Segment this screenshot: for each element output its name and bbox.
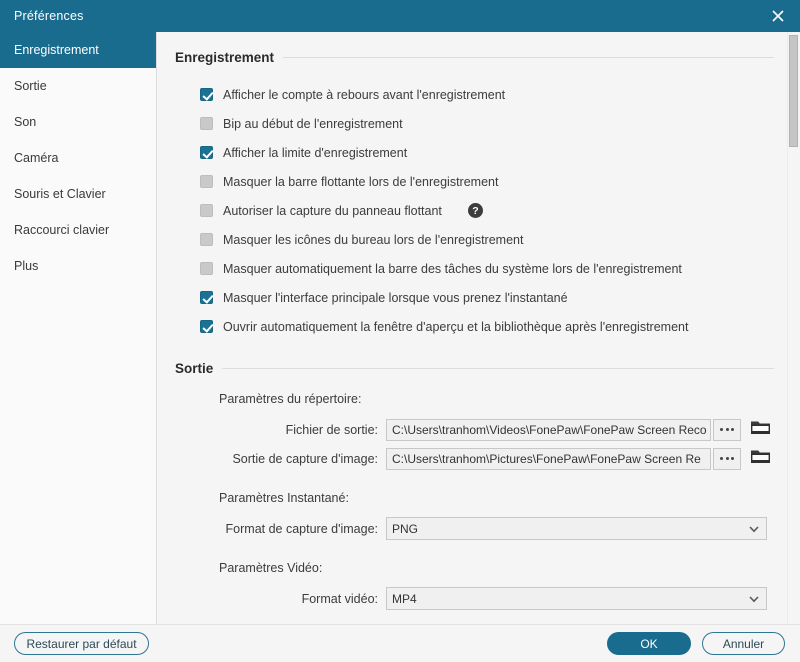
chevron-down-icon [747,592,761,606]
checkbox-4[interactable] [200,204,213,217]
restore-defaults-button[interactable]: Restaurer par défaut [14,632,149,655]
image-format-label: Format de capture d'image: [225,521,378,536]
sidebar-item-0[interactable]: Enregistrement [0,32,156,68]
checkbox-2[interactable] [200,146,213,159]
sidebar-item-2[interactable]: Son [0,104,156,140]
recording-options-list: Afficher le compte à rebours avant l'enr… [175,80,774,341]
recording-option-row: Afficher la limite d'enregistrement [200,138,774,167]
output-file-label: Fichier de sortie: [285,422,378,437]
output-file-browse-button[interactable] [713,418,741,441]
checkbox-label: Masquer l'interface principale lorsque v… [223,290,568,305]
section-header-enregistrement: Enregistrement [175,50,774,65]
image-output-open-folder-button[interactable] [750,447,771,470]
checkbox-7[interactable] [200,291,213,304]
video-format-select[interactable]: MP4 [386,587,767,610]
video-format-label: Format vidéo: [301,591,378,606]
checkbox-0[interactable] [200,88,213,101]
image-format-value: PNG [392,521,419,536]
checkbox-label: Afficher la limite d'enregistrement [223,145,408,160]
sidebar-item-label: Raccourci clavier [14,223,110,237]
close-icon [770,8,786,24]
checkbox-label: Masquer automatiquement la barre des tâc… [223,261,682,276]
recording-option-row: Afficher le compte à rebours avant l'enr… [200,80,774,109]
checkbox-1[interactable] [200,117,213,130]
recording-option-row: Ouvrir automatiquement la fenêtre d'aper… [200,312,774,341]
recording-option-row: Autoriser la capture du panneau flottant… [200,196,774,225]
help-icon[interactable]: ? [467,203,483,218]
output-file-open-folder-button[interactable] [750,418,771,441]
section-header-sortie: Sortie [175,361,774,376]
recording-option-row: Masquer la barre flottante lors de l'enr… [200,167,774,196]
checkbox-8[interactable] [200,320,213,333]
sidebar-item-label: Caméra [14,151,59,165]
sidebar-item-label: Sortie [14,79,47,93]
image-format-select[interactable]: PNG [386,517,767,540]
directory-settings-label: Paramètres du répertoire: [219,392,362,406]
dot-icon [731,457,734,460]
video-format-value: MP4 [392,591,417,606]
sidebar: Enregistrement Sortie Son Caméra Souris et C… [0,32,157,624]
output-file-input[interactable]: C:\Users\tranhom\Videos\FonePaw\FonePaw … [386,418,711,441]
checkbox-label: Afficher le compte à rebours avant l'enr… [223,87,506,102]
checkbox-5[interactable] [200,233,213,246]
section-divider [222,368,774,369]
ok-button[interactable]: OK [607,632,691,655]
title-bar: Préférences [0,0,800,32]
checkbox-label: Bip au début de l'enregistrement [223,116,403,131]
sidebar-item-1[interactable]: Sortie [0,68,156,104]
sidebar-item-label: Son [14,115,37,129]
window-title: Préférences [14,9,84,23]
dialog-footer: Restaurer par défaut OK Annuler [0,624,800,662]
section-title-enregistrement: Enregistrement [175,50,275,65]
content-scrollbar-thumb[interactable] [789,35,798,147]
sidebar-item-6[interactable]: Plus [0,248,156,284]
folder-icon [750,447,771,470]
sidebar-item-label: Enregistrement [14,43,99,57]
settings-content: Enregistrement Afficher le compte à rebo… [158,32,800,624]
close-button[interactable] [756,0,800,32]
image-output-label: Sortie de capture d'image: [232,451,378,466]
recording-option-row: Bip au début de l'enregistrement [200,109,774,138]
video-settings-label: Paramètres Vidéo: [219,561,323,575]
sidebar-item-4[interactable]: Souris et Clavier [0,176,156,212]
video-format-row: Format vidéo: MP4 [175,587,774,610]
dot-icon [731,428,734,431]
checkbox-label: Masquer la barre flottante lors de l'enr… [223,174,499,189]
snapshot-settings-label: Paramètres Instantané: [219,491,349,505]
section-title-sortie: Sortie [175,361,214,376]
recording-option-row: Masquer automatiquement la barre des tâc… [200,254,774,283]
image-output-row: Sortie de capture d'image: C:\Users\tran… [175,447,774,470]
recording-option-row: Masquer l'interface principale lorsque v… [200,283,774,312]
preferences-window: Préférences Enregistrement Sortie Son Camér… [0,0,800,662]
sidebar-item-label: Plus [14,259,39,273]
sidebar-item-5[interactable]: Raccourci clavier [0,212,156,248]
checkbox-6[interactable] [200,262,213,275]
section-divider [283,57,774,58]
image-output-browse-button[interactable] [713,447,741,470]
dot-icon [725,428,729,431]
image-format-row: Format de capture d'image: PNG [175,517,774,540]
dot-icon [725,457,729,460]
cancel-button[interactable]: Annuler [702,632,785,655]
checkbox-3[interactable] [200,175,213,188]
checkbox-label: Autoriser la capture du panneau flottant [223,203,442,218]
checkbox-label: Masquer les icônes du bureau lors de l'e… [223,232,524,247]
sidebar-item-label: Souris et Clavier [14,187,106,201]
checkbox-label: Ouvrir automatiquement la fenêtre d'aper… [223,319,689,334]
recording-option-row: Masquer les icônes du bureau lors de l'e… [200,225,774,254]
dot-icon [720,428,723,431]
dot-icon [720,457,723,460]
folder-icon [750,418,771,441]
output-file-row: Fichier de sortie: C:\Users\tranhom\Vide… [175,418,774,441]
image-output-input[interactable]: C:\Users\tranhom\Pictures\FonePaw\FonePa… [386,447,711,470]
chevron-down-icon [747,522,761,536]
sidebar-item-3[interactable]: Caméra [0,140,156,176]
content-scrollbar-track[interactable] [787,32,800,624]
